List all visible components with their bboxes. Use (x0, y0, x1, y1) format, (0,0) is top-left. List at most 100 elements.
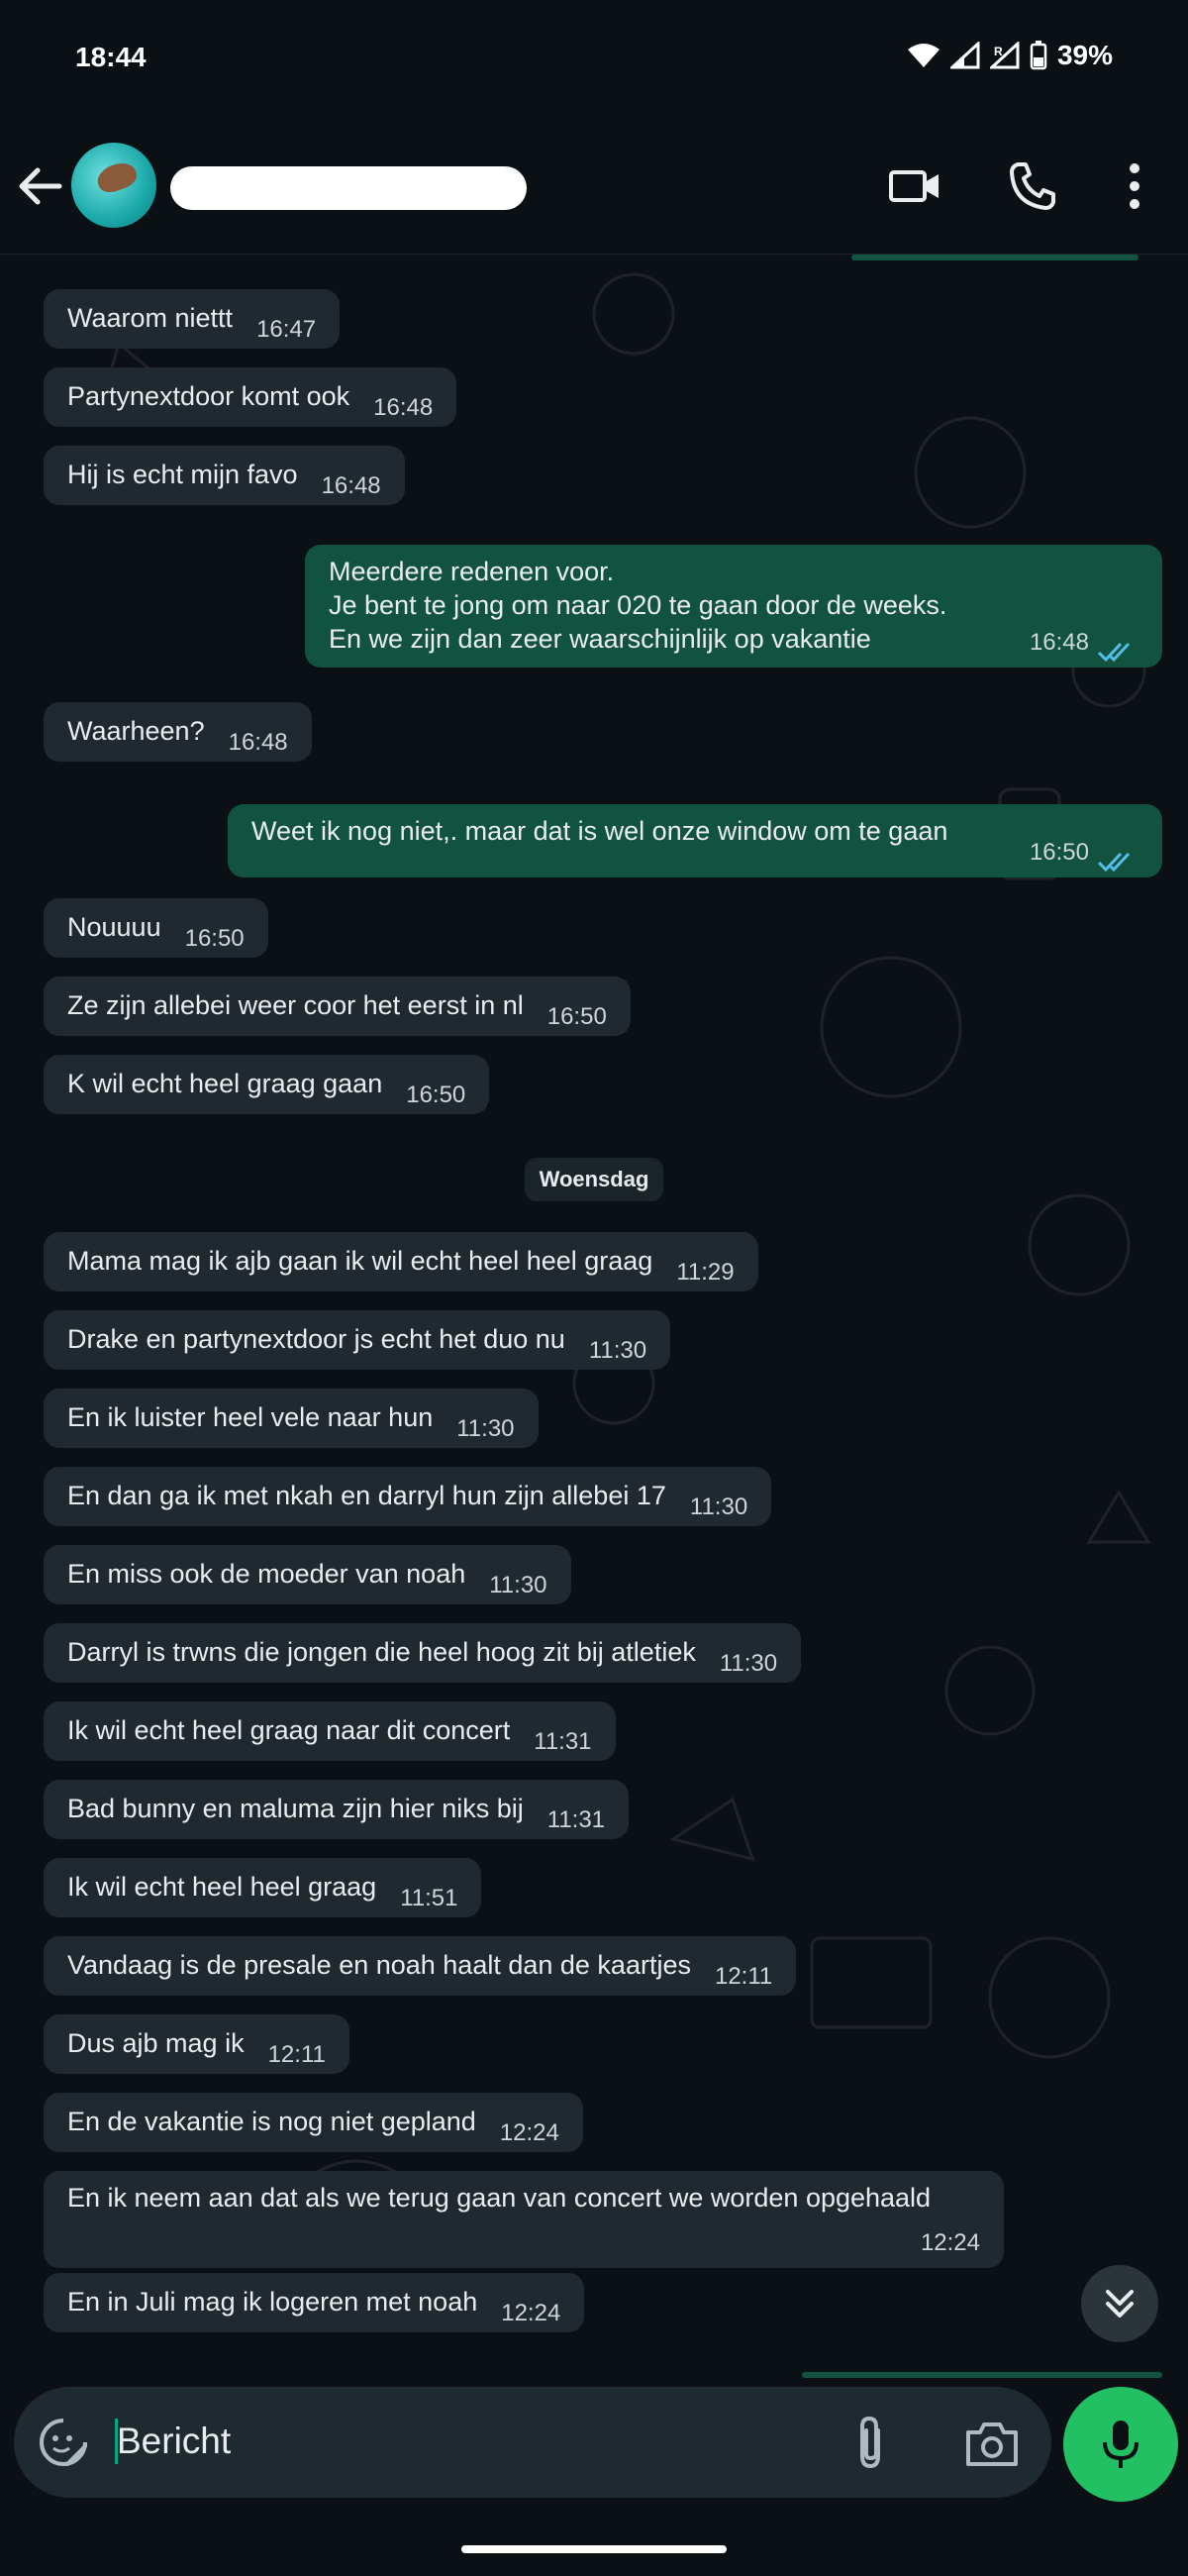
scroll-to-bottom-button[interactable] (1081, 2265, 1158, 2342)
battery-icon (1030, 41, 1047, 70)
message-time: 16:48 (228, 729, 288, 756)
message-bubble-incoming[interactable]: En ik neem aan dat als we terug gaan van… (44, 2171, 1004, 2268)
message-text: Dus ajb mag ik (67, 2028, 245, 2058)
message-bubble-incoming[interactable]: En ik luister heel vele naar hun 11:30 (44, 1389, 539, 1448)
battery-percent: 39% (1056, 40, 1113, 70)
message-time: 11:31 (534, 1728, 592, 1755)
message-bubble-incoming[interactable]: Drake en partynextdoor js echt het duo n… (44, 1310, 671, 1370)
message-text: Partynextdoor komt ook (67, 381, 350, 411)
contact-avatar[interactable] (71, 143, 156, 228)
contact-name-redacted[interactable] (170, 166, 527, 210)
message-bubble-incoming[interactable]: Bad bunny en maluma zijn hier niks bij 11… (44, 1780, 630, 1839)
message-text: Vandaag is de presale en noah haalt dan … (67, 1950, 691, 1980)
message-text: K wil echt heel graag gaan (67, 1069, 383, 1098)
message-bubble-incoming[interactable]: Dus ajb mag ik 12:11 (44, 2014, 349, 2074)
attach-paperclip-icon[interactable] (850, 2413, 890, 2472)
message-bubble-incoming[interactable]: En dan ga ik met nkah en darryl hun zijn… (44, 1467, 772, 1526)
message-time: 11:30 (489, 1572, 547, 1598)
message-text: Ik wil echt heel graag naar dit concert (67, 1715, 511, 1745)
back-arrow-icon[interactable] (16, 158, 65, 214)
message-bubble-incoming[interactable]: Waarom niettt 16:47 (44, 289, 341, 349)
message-text: En in Juli mag ik logeren met noah (67, 2287, 478, 2317)
message-time: 11:30 (719, 1650, 778, 1677)
message-bubble-incoming[interactable]: Vandaag is de presale en noah haalt dan … (44, 1936, 797, 1996)
camera-icon[interactable] (964, 2419, 1020, 2468)
message-time: 11:30 (588, 1337, 647, 1364)
status-bar: 18:44 R 39% (0, 0, 1188, 119)
message-bubble-incoming[interactable]: Partynextdoor komt ook 16:48 (44, 367, 457, 427)
signal-roaming-icon: R (989, 42, 1020, 69)
sticker-emoji-icon[interactable] (38, 2417, 89, 2468)
message-text: En miss ook de moeder van noah (67, 1559, 466, 1589)
message-bubble-incoming[interactable]: Waarheen? 16:48 (44, 702, 312, 762)
svg-text:R: R (994, 45, 1003, 58)
message-bubble-incoming[interactable]: En de vakantie is nog niet gepland 12:24 (44, 2093, 583, 2152)
message-list[interactable]: Waarom niettt 16:47 Partynextdoor komt oo… (0, 255, 1188, 2387)
message-text: Meerdere redenen voor. Je bent te jong o… (329, 557, 947, 654)
more-options-icon[interactable] (1107, 158, 1162, 214)
message-bubble-incoming[interactable]: Nouuuu 16:50 (44, 898, 268, 958)
message-text: Bad bunny en maluma zijn hier niks bij (67, 1794, 524, 1823)
message-time: 16:50 (546, 1003, 607, 1030)
message-bubble-incoming[interactable]: En in Juli mag ik logeren met noah 12:24 (44, 2273, 585, 2332)
message-time: 11:30 (456, 1415, 515, 1442)
message-text: Darryl is trwns die jongen die heel hoog… (67, 1637, 696, 1667)
microphone-icon (1103, 2421, 1138, 2468)
message-time: 11:31 (546, 1806, 606, 1833)
message-time: 11:29 (676, 1259, 735, 1286)
message-placeholder: Bericht (117, 2421, 232, 2461)
message-text: En ik neem aan dat als we terug gaan van… (67, 2183, 932, 2213)
message-bubble-incoming[interactable]: Ik wil echt heel heel graag 11:51 (44, 1858, 482, 1917)
read-double-check-icon (1097, 852, 1131, 872)
message-bubble-outgoing[interactable]: Weet ik nog niet,. maar dat is wel onze … (228, 804, 1162, 877)
message-bubble-incoming[interactable]: Ze zijn allebei weer coor het eerst in n… (44, 977, 631, 1036)
message-text: En ik luister heel vele naar hun (67, 1402, 434, 1432)
day-separator: Woensdag (525, 1158, 663, 1201)
message-bubble-incoming[interactable]: Ik wil echt heel graag naar dit concert 1… (44, 1701, 616, 1761)
message-text: Waarheen? (67, 716, 205, 746)
message-text: Weet ik nog niet,. maar dat is wel onze … (251, 816, 948, 846)
read-double-check-icon (1097, 642, 1131, 662)
message-time: 11:51 (400, 1885, 458, 1911)
double-chevron-down-icon (1106, 2290, 1134, 2318)
message-time: 16:47 (256, 316, 317, 343)
home-indicator (461, 2545, 727, 2553)
message-time: 12:11 (267, 2041, 326, 2068)
previous-message-edge (851, 255, 1138, 260)
message-time: 12:24 (501, 2300, 561, 2326)
message-time: 12:24 (920, 2229, 980, 2256)
message-input[interactable]: Bericht (14, 2387, 1051, 2498)
signal-icon (949, 42, 980, 69)
message-time: 16:48 (321, 472, 381, 499)
wifi-icon (907, 44, 940, 67)
message-text: En de vakantie is nog niet gepland (67, 2107, 476, 2136)
message-text: Nouuuu (67, 912, 161, 942)
message-bubble-incoming[interactable]: En miss ook de moeder van noah 11:30 (44, 1545, 571, 1604)
message-time: 16:50 (184, 925, 245, 952)
message-bubble-incoming[interactable]: Darryl is trwns die jongen die heel hoog… (44, 1623, 802, 1683)
message-text: Mama mag ik ajb gaan ik wil echt heel he… (67, 1246, 653, 1276)
message-text: Waarom niettt (67, 303, 234, 333)
video-call-icon[interactable] (887, 158, 942, 214)
message-bubble-outgoing[interactable]: Meerdere redenen voor. Je bent te jong o… (305, 545, 1162, 668)
message-time: 16:48 (1029, 629, 1089, 656)
message-text: Ik wil echt heel heel graag (67, 1872, 377, 1902)
message-bubble-incoming[interactable]: K wil echt heel graag gaan 16:50 (44, 1055, 490, 1114)
voice-call-icon[interactable] (1006, 158, 1061, 214)
message-text: Drake en partynextdoor js echt het duo n… (67, 1324, 565, 1354)
message-text: Hij is echt mijn favo (67, 460, 298, 489)
voice-message-button[interactable] (1063, 2387, 1178, 2502)
message-time: 16:50 (406, 1082, 466, 1108)
message-text: En dan ga ik met nkah en darryl hun zijn… (67, 1481, 666, 1510)
message-time: 12:11 (714, 1963, 773, 1990)
message-bubble-incoming[interactable]: Mama mag ik ajb gaan ik wil echt heel he… (44, 1232, 758, 1291)
message-bubble-incoming[interactable]: Hij is echt mijn favo 16:48 (44, 446, 405, 505)
message-time: 16:48 (373, 394, 434, 421)
message-time: 16:50 (1029, 839, 1089, 866)
chat-header (0, 119, 1188, 255)
status-icons: R 39% (907, 40, 1113, 71)
outgoing-message-edge (802, 2372, 1162, 2378)
status-time: 18:44 (75, 42, 147, 72)
composer-bar: Bericht (0, 2387, 1188, 2576)
message-time: 12:24 (499, 2119, 559, 2146)
